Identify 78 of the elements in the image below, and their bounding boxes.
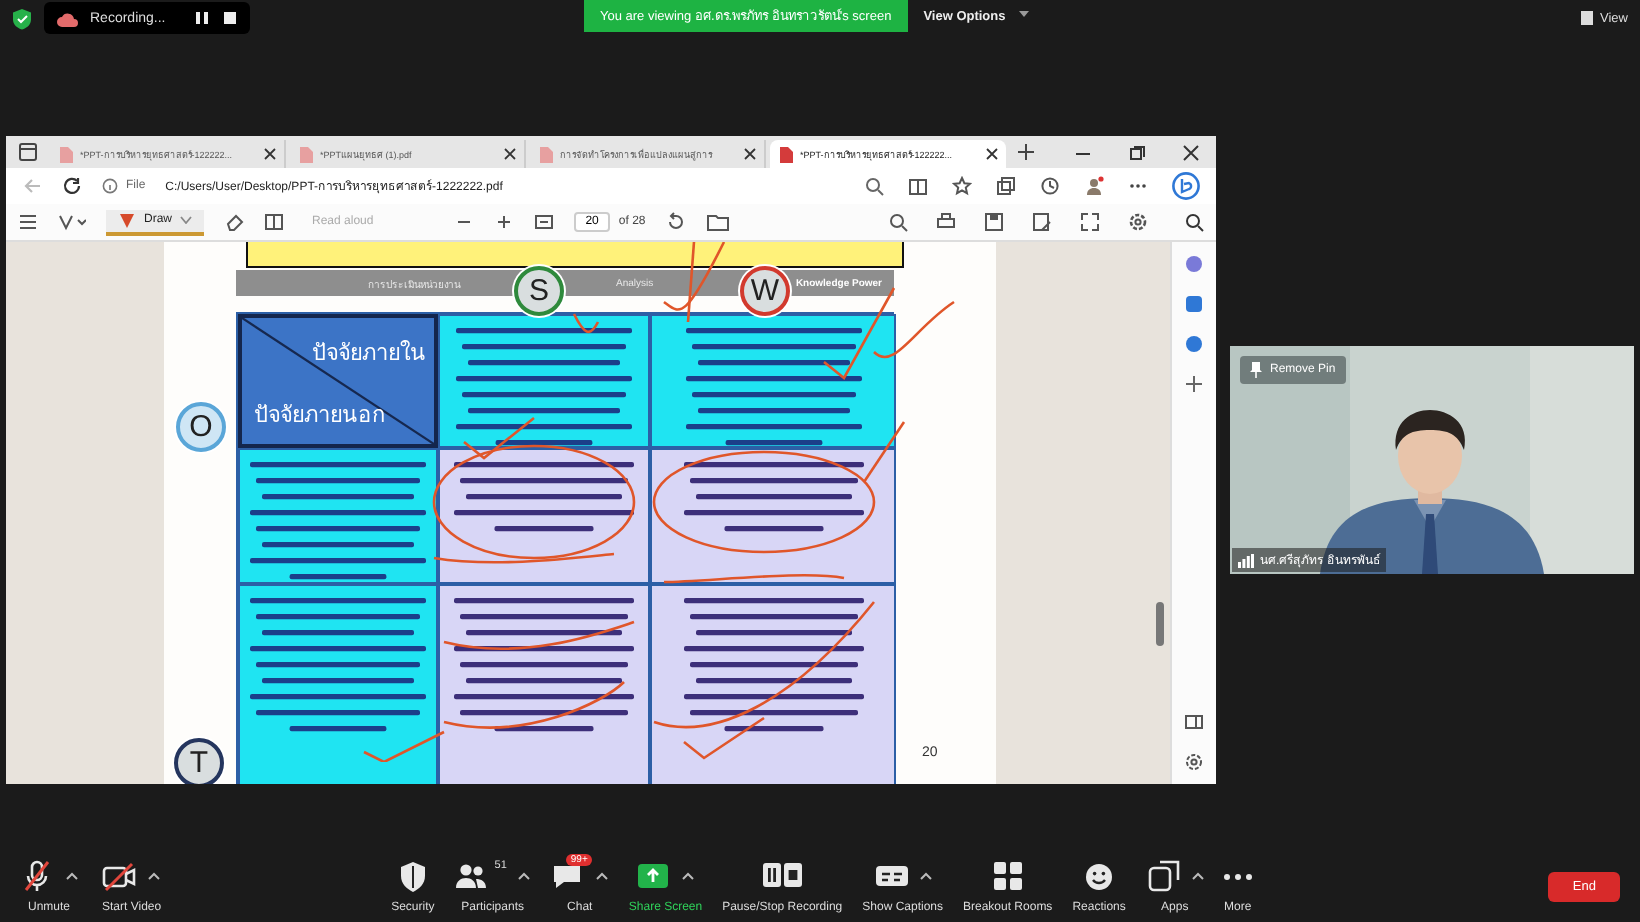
print-icon[interactable]	[936, 212, 956, 232]
caret-icon	[180, 216, 193, 224]
search-icon[interactable]	[1184, 212, 1204, 232]
check-mark	[683, 716, 765, 760]
add-icon[interactable]	[1184, 374, 1204, 394]
contents-icon[interactable]	[18, 212, 38, 232]
save-as-icon[interactable]	[1032, 212, 1052, 232]
rotate-icon[interactable]	[665, 212, 686, 232]
shield-icon	[395, 859, 430, 893]
fit-page-icon[interactable]	[533, 212, 554, 232]
view-icon[interactable]	[1580, 10, 1595, 26]
favorite-icon[interactable]	[952, 176, 972, 196]
signal-icon	[1238, 553, 1254, 567]
check-mark	[363, 730, 445, 762]
letter-badge: W	[740, 266, 790, 316]
video-off-icon	[102, 859, 137, 893]
more-icon	[1223, 873, 1252, 879]
eraser-icon[interactable]	[224, 212, 245, 232]
search-icon[interactable]	[888, 212, 908, 232]
zoom-in-icon[interactable]	[493, 212, 514, 232]
refresh-icon[interactable]	[62, 176, 82, 196]
letter-badge: O	[176, 402, 226, 452]
profile-icon[interactable]	[1084, 176, 1104, 196]
two-page-icon[interactable]	[705, 212, 730, 232]
new-tab-icon[interactable]	[1018, 144, 1034, 160]
caret-icon[interactable]	[518, 872, 531, 880]
caret-icon[interactable]	[148, 872, 161, 880]
copilot-icon[interactable]	[1172, 172, 1200, 200]
read-mode-icon[interactable]	[908, 176, 928, 196]
smiley-icon	[1082, 859, 1117, 893]
pin-icon	[1250, 362, 1262, 378]
close-icon[interactable]	[986, 148, 998, 160]
letter-badge: S	[514, 266, 564, 316]
info-icon[interactable]	[102, 178, 118, 194]
breakout-rooms-icon	[990, 859, 1025, 893]
pdf-file-icon	[298, 145, 314, 163]
close-icon[interactable]	[1182, 143, 1200, 161]
check-mark	[862, 421, 906, 483]
settings-icon[interactable]	[1128, 212, 1148, 232]
muted-microphone-icon	[20, 859, 54, 893]
close-icon[interactable]	[744, 148, 756, 160]
caret-icon[interactable]	[596, 872, 609, 880]
caret-icon[interactable]	[1191, 872, 1204, 880]
pdf-file-icon	[778, 145, 794, 163]
zoom-icon[interactable]	[864, 176, 884, 196]
cloud-icon	[56, 9, 78, 27]
letter-badge: T	[174, 738, 224, 784]
pen-icon	[118, 211, 136, 229]
tab-actions-icon[interactable]	[18, 142, 38, 162]
check-mark	[572, 313, 600, 334]
pdf-file-icon	[58, 145, 74, 163]
caret-icon[interactable]	[919, 872, 932, 880]
close-icon[interactable]	[264, 148, 276, 160]
caret-icon[interactable]	[682, 872, 695, 880]
restore-icon[interactable]	[1128, 143, 1146, 161]
stop-icon[interactable]	[221, 10, 238, 26]
page-view-icon[interactable]	[264, 212, 285, 232]
collections-icon[interactable]	[996, 176, 1016, 196]
fullscreen-icon[interactable]	[1080, 212, 1100, 232]
column-heading: ปัจจัยภายนอก	[254, 402, 386, 432]
highlight-icon[interactable]	[58, 212, 86, 232]
caret-icon[interactable]	[1017, 9, 1030, 17]
save-icon[interactable]	[984, 212, 1004, 232]
pause-icon[interactable]	[193, 10, 210, 26]
apps-icon	[1145, 859, 1180, 893]
shield-icon	[12, 7, 32, 29]
scroll-thumb[interactable]	[1156, 602, 1164, 646]
share-screen-icon	[636, 859, 671, 893]
caret-icon[interactable]	[66, 872, 78, 880]
history-icon[interactable]	[1040, 176, 1060, 196]
people-icon	[454, 859, 489, 893]
split-screen-icon[interactable]	[1184, 712, 1204, 732]
row-heading: ปัจจัยภายใน	[312, 338, 426, 370]
close-icon[interactable]	[504, 148, 516, 160]
pdf-file-icon	[538, 145, 554, 163]
settings-icon[interactable]	[1184, 752, 1204, 772]
pause-stop-icon	[761, 859, 804, 893]
check-mark	[463, 417, 535, 460]
